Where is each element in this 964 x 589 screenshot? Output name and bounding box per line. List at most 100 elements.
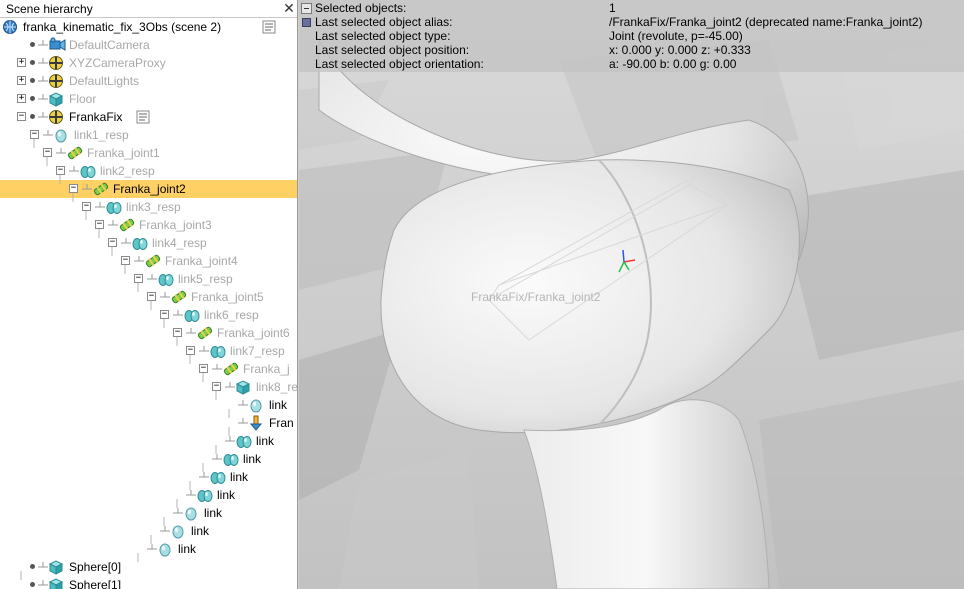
collapse-icon[interactable]: −	[199, 364, 208, 373]
tree-row[interactable]: DefaultCamera	[0, 36, 297, 54]
scene-render[interactable]	[299, 0, 964, 589]
tree-node-label[interactable]: link4_resp	[152, 236, 207, 250]
tree-node-label[interactable]: Franka_j	[243, 362, 290, 376]
tree-row[interactable]: + Floor	[0, 90, 297, 108]
collapse-icon[interactable]: −	[186, 346, 195, 355]
tree-row[interactable]: − link4_resp	[0, 234, 297, 252]
tree-node-label[interactable]: link	[256, 434, 274, 448]
tree-node-label[interactable]: Fran	[269, 416, 294, 430]
tree-node-label[interactable]: XYZCameraProxy	[69, 56, 166, 70]
tree-node-label[interactable]: Franka_joint1	[87, 146, 160, 160]
visibility-dot-icon[interactable]	[30, 564, 35, 569]
tree-row[interactable]: − link7_resp	[0, 342, 297, 360]
collapse-icon[interactable]: −	[121, 256, 130, 265]
tree-row[interactable]: + XYZCameraProxy	[0, 54, 297, 72]
tree-row[interactable]: − link6_resp	[0, 306, 297, 324]
tree-node-label[interactable]: FrankaFix	[69, 110, 122, 124]
tree-node-label[interactable]: link	[217, 488, 235, 502]
close-icon[interactable]: ✕	[282, 1, 296, 16]
tree-row[interactable]: Fran	[0, 414, 297, 432]
tree-row[interactable]: link	[0, 522, 297, 540]
tree-node-label[interactable]: Franka_joint5	[191, 290, 264, 304]
tree-node-label[interactable]: link	[230, 470, 248, 484]
visibility-dot-icon[interactable]	[30, 582, 35, 587]
tree-node-label[interactable]: Franka_joint4	[165, 254, 238, 268]
tree-row[interactable]: − link3_resp	[0, 198, 297, 216]
tree-node-label[interactable]: link	[269, 398, 287, 412]
tree-row[interactable]: link	[0, 486, 297, 504]
tree-row-selected[interactable]: − Franka_joint2	[0, 180, 297, 198]
tree-node-label[interactable]: link1_resp	[74, 128, 129, 142]
tree-node-label[interactable]: link6_resp	[204, 308, 259, 322]
shape-icon	[183, 307, 201, 323]
visibility-dot-icon[interactable]	[30, 60, 35, 65]
tree-row[interactable]: franka_kinematic_fix_3Obs (scene 2)	[0, 18, 297, 36]
expand-icon[interactable]: +	[17, 58, 26, 67]
tree-row[interactable]: − Franka_joint3	[0, 216, 297, 234]
collapse-icon[interactable]: −	[95, 220, 104, 229]
tree-node-label[interactable]: link	[243, 452, 261, 466]
collapse-icon[interactable]: −	[56, 166, 65, 175]
force-sensor-icon	[248, 415, 266, 431]
tree-node-label[interactable]: Floor	[69, 92, 96, 106]
tree-row[interactable]: − Franka_j	[0, 360, 297, 378]
tree-row[interactable]: − Franka_joint6	[0, 324, 297, 342]
visibility-dot-icon[interactable]	[30, 114, 35, 119]
tree-node-label[interactable]: link3_resp	[126, 200, 181, 214]
visibility-dot-icon[interactable]	[30, 78, 35, 83]
tree-row[interactable]: − FrankaFix	[0, 108, 297, 126]
collapse-icon[interactable]: −	[82, 202, 91, 211]
tree-node-label[interactable]: Franka_joint6	[217, 326, 290, 340]
collapse-icon[interactable]: −	[160, 310, 169, 319]
collapse-icon[interactable]: −	[43, 148, 52, 157]
collapse-icon[interactable]: −	[173, 328, 182, 337]
collapse-icon[interactable]: −	[212, 382, 221, 391]
tree-node-label[interactable]: link	[191, 524, 209, 538]
tree-node-label[interactable]: Sphere[0]	[69, 560, 121, 574]
collapse-icon[interactable]: −	[134, 274, 143, 283]
tree-row[interactable]: link	[0, 450, 297, 468]
collapse-icon[interactable]: −	[69, 184, 78, 193]
tree-node-label[interactable]: link2_resp	[100, 164, 155, 178]
tree-row[interactable]: − Franka_joint1	[0, 144, 297, 162]
tree-row[interactable]: − Franka_joint5	[0, 288, 297, 306]
visibility-dot-icon[interactable]	[30, 42, 35, 47]
tree-row[interactable]: Sphere[1]	[0, 576, 297, 589]
collapse-icon[interactable]: −	[30, 130, 39, 139]
tree-row[interactable]: − link8_re	[0, 378, 297, 396]
tree-node-label[interactable]: Franka_joint3	[139, 218, 212, 232]
tree-node-label[interactable]: Franka_joint2	[113, 182, 186, 196]
tree-node-label[interactable]: link	[204, 506, 222, 520]
tree-row[interactable]: link	[0, 432, 297, 450]
visibility-dot-icon[interactable]	[30, 96, 35, 101]
tree-node-label[interactable]: link8_re	[256, 380, 297, 394]
tree-row[interactable]: − link2_resp	[0, 162, 297, 180]
tree-row[interactable]: link	[0, 504, 297, 522]
tree-row[interactable]: link	[0, 396, 297, 414]
info-collapse-toggle[interactable]	[301, 3, 312, 14]
tree-node-label[interactable]: DefaultLights	[69, 74, 139, 88]
script-icon[interactable]	[262, 20, 276, 34]
tree-row[interactable]: − Franka_joint4	[0, 252, 297, 270]
3d-viewport[interactable]: FrankaFix/Franka_joint2 Selected objects…	[299, 0, 964, 589]
collapse-icon[interactable]: −	[17, 112, 26, 121]
tree-row[interactable]: + DefaultLights	[0, 72, 297, 90]
expand-icon[interactable]: +	[17, 94, 26, 103]
tree-node-label[interactable]: link7_resp	[230, 344, 285, 358]
cuboid-icon	[48, 559, 66, 575]
tree-row[interactable]: − link1_resp	[0, 126, 297, 144]
tree-row[interactable]: link	[0, 540, 297, 558]
expand-icon[interactable]: +	[17, 76, 26, 85]
collapse-icon[interactable]: −	[147, 292, 156, 301]
tree-node-label[interactable]: Sphere[1]	[69, 578, 121, 589]
collapse-icon[interactable]: −	[108, 238, 117, 247]
tree-node-label[interactable]: link5_resp	[178, 272, 233, 286]
tree-node-label[interactable]: franka_kinematic_fix_3Obs (scene 2)	[23, 20, 221, 34]
tree-row[interactable]: − link5_resp	[0, 270, 297, 288]
tree-node-label[interactable]: DefaultCamera	[69, 38, 150, 52]
tree-row[interactable]: link	[0, 468, 297, 486]
tree-row[interactable]: Sphere[0]	[0, 558, 297, 576]
joint-icon	[196, 325, 214, 341]
tree-node-label[interactable]: link	[178, 542, 196, 556]
script-icon[interactable]	[136, 110, 150, 124]
